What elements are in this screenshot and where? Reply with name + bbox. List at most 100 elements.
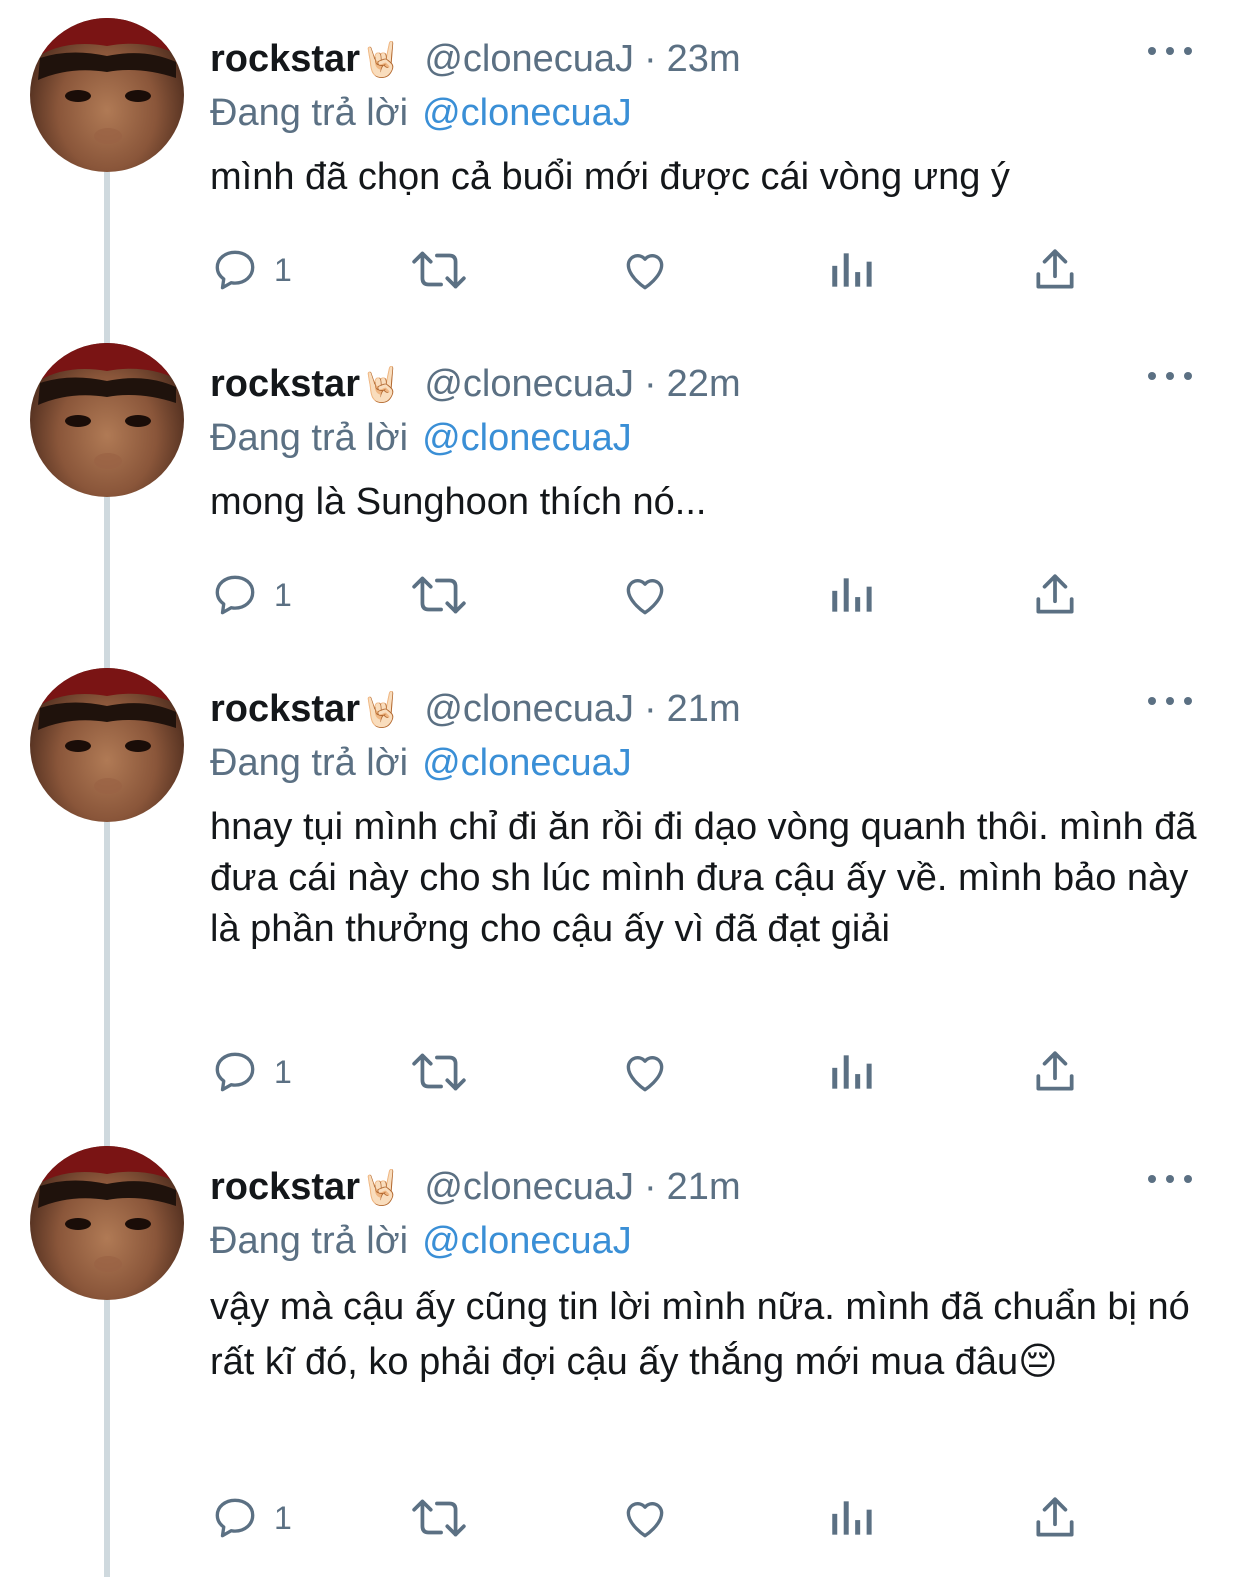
timestamp[interactable]: 21m (667, 1166, 741, 1208)
bar-chart-icon (832, 1055, 872, 1089)
like-button[interactable] (620, 1042, 670, 1102)
user-handle[interactable]: @clonecuaJ (424, 363, 634, 405)
replying-to: Đang trả lời @clonecuaJ (210, 415, 632, 461)
reply-button[interactable]: 1 (210, 1042, 292, 1102)
heart-icon (626, 1056, 664, 1092)
share-button[interactable] (1030, 240, 1080, 300)
retweet-button[interactable] (410, 1042, 468, 1102)
tweet-header: rockstar🤘🏻 @clonecuaJ · 21m (210, 1164, 741, 1211)
tweet-actions: 1 (210, 1488, 1090, 1548)
share-icon (1036, 574, 1074, 614)
user-handle[interactable]: @clonecuaJ (424, 38, 634, 80)
replying-to-label: Đang trả lời (210, 742, 409, 784)
speech-bubble-icon (215, 575, 255, 615)
speech-bubble-icon (215, 1052, 255, 1092)
replying-to: Đang trả lời @clonecuaJ (210, 1218, 632, 1264)
display-name[interactable]: rockstar (210, 38, 360, 80)
like-button[interactable] (620, 1488, 670, 1548)
views-button[interactable] (828, 1488, 874, 1548)
more-dot (1166, 1175, 1174, 1183)
more-options-button[interactable] (1148, 361, 1192, 391)
more-dots-icon (1148, 1175, 1156, 1183)
separator: · (644, 38, 657, 80)
views-button[interactable] (828, 565, 874, 625)
replying-to-mention[interactable]: @clonecuaJ (422, 92, 632, 134)
replying-to: Đang trả lời @clonecuaJ (210, 90, 632, 136)
separator: · (644, 688, 657, 730)
retweet-icon (412, 1053, 466, 1091)
tweet-header: rockstar🤘🏻 @clonecuaJ · 22m (210, 361, 741, 408)
replying-to: Đang trả lời @clonecuaJ (210, 740, 632, 786)
tweet-text: mong là Sunghoon thích nó... (210, 481, 707, 523)
tweet-text: vậy mà cậu ấy cũng tin lời mình nữa. mìn… (210, 1286, 1190, 1383)
replying-to-mention[interactable]: @clonecuaJ (422, 417, 632, 459)
rock-hand-emoji-icon: 🤘🏻 (359, 365, 403, 405)
more-dot (1184, 1175, 1192, 1183)
speech-bubble-icon (215, 250, 255, 290)
bar-chart-icon (832, 578, 872, 612)
share-icon (1036, 249, 1074, 289)
replying-to-label: Đang trả lời (210, 92, 409, 134)
timestamp[interactable]: 22m (667, 363, 741, 405)
timestamp[interactable]: 21m (667, 688, 741, 730)
retweet-icon (412, 251, 466, 289)
avatar[interactable] (30, 18, 184, 172)
display-name[interactable]: rockstar (210, 1166, 360, 1208)
user-handle[interactable]: @clonecuaJ (424, 1166, 634, 1208)
bar-chart-icon (832, 1501, 872, 1535)
avatar-photo (30, 343, 184, 469)
tweet-header: rockstar🤘🏻 @clonecuaJ · 23m (210, 36, 741, 83)
speech-bubble-icon (215, 1498, 255, 1538)
share-button[interactable] (1030, 1042, 1080, 1102)
avatar[interactable] (30, 343, 184, 497)
views-button[interactable] (828, 240, 874, 300)
retweet-button[interactable] (410, 1488, 468, 1548)
like-button[interactable] (620, 565, 670, 625)
reply-count: 1 (274, 251, 292, 288)
display-name[interactable]: rockstar (210, 363, 360, 405)
share-button[interactable] (1030, 565, 1080, 625)
retweet-icon (412, 576, 466, 614)
user-handle[interactable]: @clonecuaJ (424, 688, 634, 730)
retweet-button[interactable] (410, 565, 468, 625)
more-dot (1184, 47, 1192, 55)
replying-to-label: Đang trả lời (210, 417, 409, 459)
replying-to-label: Đang trả lời (210, 1220, 409, 1262)
replying-to-mention[interactable]: @clonecuaJ (422, 1220, 632, 1262)
heart-icon (626, 254, 664, 290)
tweet-actions: 1 (210, 240, 1090, 300)
avatar[interactable] (30, 1146, 184, 1300)
tweet-actions: 1 (210, 1042, 1090, 1102)
avatar[interactable] (30, 668, 184, 822)
more-dot (1184, 372, 1192, 380)
avatar-photo (30, 1146, 184, 1272)
heart-icon (626, 579, 664, 615)
more-options-button[interactable] (1148, 36, 1192, 66)
rock-hand-emoji-icon: 🤘🏻 (359, 40, 403, 80)
more-dot (1166, 372, 1174, 380)
reply-button[interactable]: 1 (210, 1488, 292, 1548)
more-dot (1166, 47, 1174, 55)
reply-button[interactable]: 1 (210, 565, 292, 625)
share-icon (1036, 1051, 1074, 1091)
reply-count: 1 (274, 1499, 292, 1536)
more-options-button[interactable] (1148, 1164, 1192, 1194)
retweet-button[interactable] (410, 240, 468, 300)
heart-icon (626, 1502, 664, 1538)
replying-to-mention[interactable]: @clonecuaJ (422, 742, 632, 784)
avatar-photo (30, 18, 184, 144)
views-button[interactable] (828, 1042, 874, 1102)
tweet-text: mình đã chọn cả buổi mới được cái vòng ư… (210, 156, 1010, 198)
like-button[interactable] (620, 240, 670, 300)
reply-count: 1 (274, 1053, 292, 1090)
share-icon (1036, 1497, 1074, 1537)
more-options-button[interactable] (1148, 686, 1192, 716)
avatar-photo (30, 668, 184, 794)
reply-button[interactable]: 1 (210, 240, 292, 300)
display-name[interactable]: rockstar (210, 688, 360, 730)
share-button[interactable] (1030, 1488, 1080, 1548)
rock-hand-emoji-icon: 🤘🏻 (359, 690, 403, 730)
timestamp[interactable]: 23m (667, 38, 741, 80)
more-dots-icon (1148, 697, 1156, 705)
more-dot (1166, 697, 1174, 705)
